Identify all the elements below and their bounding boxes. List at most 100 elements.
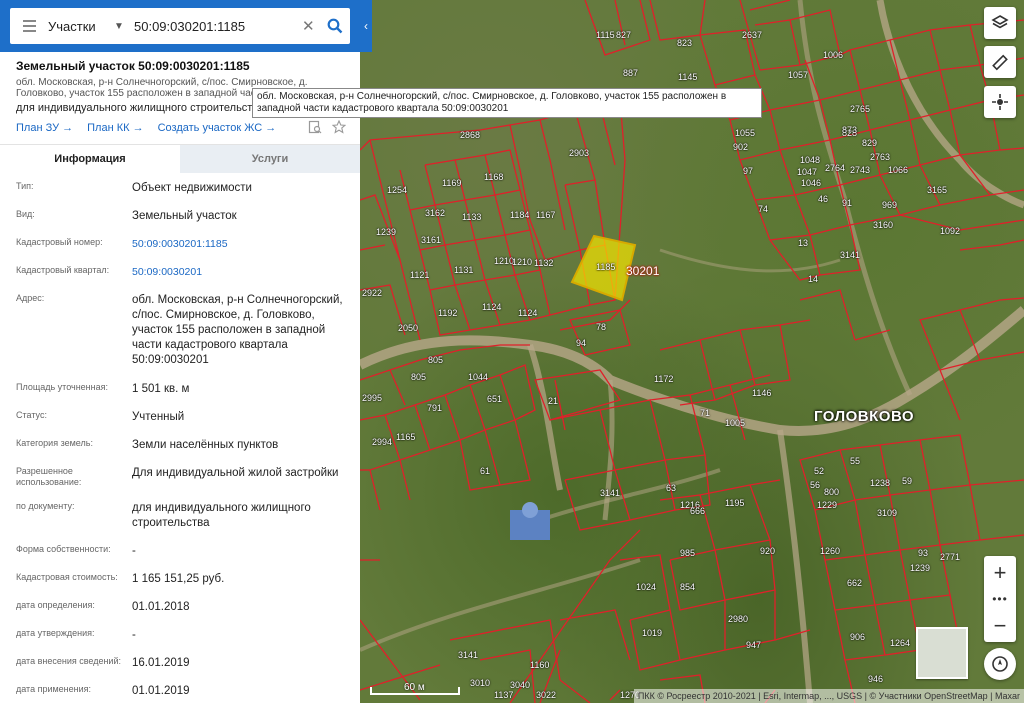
plot-number-label[interactable]: 2922	[362, 288, 382, 298]
compass-button[interactable]	[984, 648, 1016, 680]
plot-number-label[interactable]: 91	[842, 198, 852, 208]
search-type-select[interactable]: Участки	[48, 19, 114, 34]
plot-number-label[interactable]: 3141	[458, 650, 478, 660]
selected-plot-label[interactable]: 1185	[596, 262, 615, 272]
plot-number-label[interactable]: 873	[842, 125, 857, 135]
zoom-out-button[interactable]: −	[984, 609, 1016, 642]
plot-number-label[interactable]: 1167	[536, 210, 555, 220]
plot-number-label[interactable]: 947	[746, 640, 761, 650]
plot-number-label[interactable]: 1131	[454, 265, 473, 275]
minimap[interactable]	[916, 627, 968, 679]
plot-number-label[interactable]: 791	[427, 403, 442, 413]
plot-number-label[interactable]: 1168	[484, 172, 503, 182]
cadastral-number-link[interactable]: 50:09:0030201:1185	[132, 237, 354, 252]
search-input[interactable]: 50:09:030201:1185	[134, 19, 302, 34]
layers-button[interactable]	[984, 7, 1016, 39]
plot-number-label[interactable]: 71	[700, 408, 710, 418]
plot-number-label[interactable]: 906	[850, 632, 865, 642]
plot-number-label[interactable]: 666	[690, 506, 705, 516]
plot-number-label[interactable]: 3161	[421, 235, 441, 245]
plot-number-label[interactable]: 1132	[534, 258, 553, 268]
plot-number-label[interactable]: 1195	[725, 498, 744, 508]
plot-number-label[interactable]: 1192	[438, 308, 457, 318]
clear-icon[interactable]: ✕	[302, 17, 320, 35]
plot-number-label[interactable]: 2765	[850, 104, 870, 114]
plot-number-label[interactable]: 829	[862, 138, 877, 148]
plot-number-label[interactable]: 1184	[510, 210, 529, 220]
plot-number-label[interactable]: 651	[487, 394, 502, 404]
plot-number-label[interactable]: 1006	[823, 50, 843, 60]
plot-number-label[interactable]: 3010	[470, 678, 490, 688]
plot-number-label[interactable]: 1046	[801, 178, 821, 188]
tab-info[interactable]: Информация	[0, 145, 180, 173]
plot-number-label[interactable]: 2868	[460, 130, 480, 140]
plot-number-label[interactable]: 662	[847, 578, 862, 588]
plot-number-label[interactable]: 94	[576, 338, 586, 348]
search-button[interactable]	[320, 8, 350, 44]
plot-number-label[interactable]: 1254	[387, 185, 407, 195]
plot-number-label[interactable]: 2980	[728, 614, 748, 624]
plot-number-label[interactable]: 805	[428, 355, 443, 365]
plot-number-label[interactable]: 1238	[870, 478, 890, 488]
plot-number-label[interactable]: 13	[798, 238, 808, 248]
plot-number-label[interactable]: 823	[677, 38, 692, 48]
locate-button[interactable]	[984, 86, 1016, 118]
plot-number-label[interactable]: 74	[758, 204, 768, 214]
plot-number-label[interactable]: 946	[868, 674, 883, 684]
plot-number-label[interactable]: 3022	[536, 690, 556, 700]
plot-number-label[interactable]: 1124	[518, 308, 537, 318]
plot-number-label[interactable]: 1165	[396, 432, 415, 442]
menu-icon[interactable]	[10, 20, 48, 32]
plot-number-label[interactable]: 1044	[468, 372, 488, 382]
plot-number-label[interactable]: 1260	[820, 546, 840, 556]
plot-number-label[interactable]: 2764	[825, 163, 845, 173]
collapse-panel-button[interactable]: ‹	[360, 12, 372, 40]
plot-number-label[interactable]: 1145	[678, 72, 697, 82]
plot-number-label[interactable]: 2995	[362, 393, 382, 403]
plot-number-label[interactable]: 21	[548, 396, 558, 406]
plot-number-label[interactable]: 3109	[877, 508, 897, 518]
plot-number-label[interactable]: 55	[850, 456, 860, 466]
plot-number-label[interactable]: 902	[733, 142, 748, 152]
plot-number-label[interactable]: 78	[596, 322, 606, 332]
zoom-in-button[interactable]: +	[984, 556, 1016, 589]
plot-number-label[interactable]: 2994	[372, 437, 392, 447]
plot-number-label[interactable]: 1047	[797, 167, 817, 177]
plot-number-label[interactable]: 3040	[510, 680, 530, 690]
plot-number-label[interactable]: 1172	[654, 374, 673, 384]
plot-number-label[interactable]: 14	[808, 274, 818, 284]
star-icon[interactable]	[332, 120, 346, 134]
plot-number-label[interactable]: 2743	[850, 165, 870, 175]
tab-services[interactable]: Услуги	[180, 145, 360, 173]
search-document-icon[interactable]	[308, 120, 322, 134]
plot-number-label[interactable]: 1048	[800, 155, 820, 165]
plot-number-label[interactable]: 1229	[817, 500, 837, 510]
plot-number-label[interactable]: 1137	[494, 690, 513, 700]
plot-number-label[interactable]: 63	[666, 483, 676, 493]
create-plot-link[interactable]: Создать участок ЖС →	[158, 122, 277, 134]
plot-number-label[interactable]: 3162	[425, 208, 445, 218]
plot-number-label[interactable]: 1005	[725, 418, 745, 428]
plot-number-label[interactable]: 1169	[442, 178, 461, 188]
plot-number-label[interactable]: 56	[810, 480, 820, 490]
plot-number-label[interactable]: 2050	[398, 323, 418, 333]
plot-number-label[interactable]: 61	[480, 466, 490, 476]
plot-number-label[interactable]: 1146	[752, 388, 771, 398]
plot-number-label[interactable]: 59	[902, 476, 912, 486]
plot-number-label[interactable]: 97	[743, 166, 753, 176]
plot-number-label[interactable]: 1066	[888, 165, 908, 175]
plot-number-label[interactable]: 1121	[410, 270, 429, 280]
plot-number-label[interactable]: 887	[623, 68, 638, 78]
zoom-more-button[interactable]: •••	[984, 589, 1016, 609]
plan-kk-link[interactable]: План КК →	[87, 122, 143, 134]
plot-number-label[interactable]: 1133	[462, 212, 481, 222]
plot-number-label[interactable]: 1019	[642, 628, 662, 638]
plot-number-label[interactable]: 1092	[940, 226, 960, 236]
plot-number-label[interactable]: 2763	[870, 152, 890, 162]
plot-number-label[interactable]: 3165	[927, 185, 947, 195]
plot-number-label[interactable]: 805	[411, 372, 426, 382]
plot-number-label[interactable]: 3141	[600, 488, 620, 498]
plot-number-label[interactable]: 52	[814, 466, 824, 476]
plot-number-label[interactable]: 93	[918, 548, 928, 558]
plot-number-label[interactable]: 1124	[482, 302, 501, 312]
